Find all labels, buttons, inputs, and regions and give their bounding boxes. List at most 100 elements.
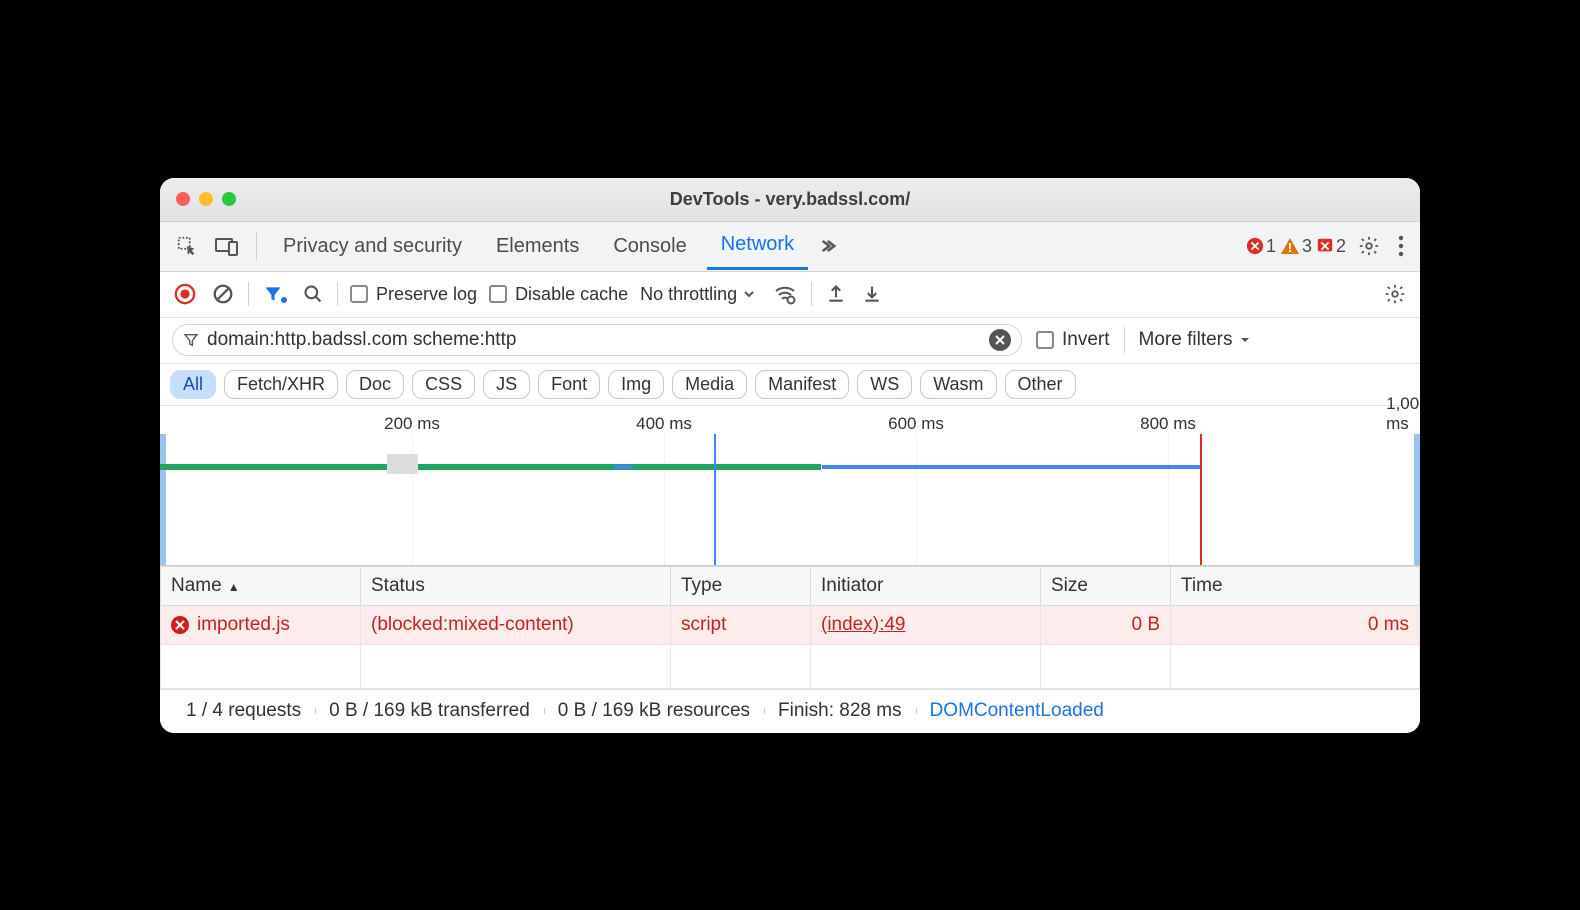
preserve-log-checkbox[interactable]: Preserve log — [350, 284, 477, 305]
status-transferred: 0 B / 169 kB transferred — [315, 700, 544, 722]
table-row[interactable]: imported.js (blocked:mixed-content) scri… — [161, 605, 1420, 644]
network-conditions-icon[interactable] — [771, 283, 799, 305]
status-requests: 1 / 4 requests — [172, 700, 315, 722]
overview-area[interactable] — [160, 434, 1420, 565]
domcontentloaded-marker — [714, 434, 716, 565]
import-har-icon[interactable] — [860, 284, 884, 304]
tick-label: 1,000 ms — [1386, 394, 1420, 434]
checkbox-icon — [489, 285, 507, 303]
tick-label: 600 ms — [888, 414, 944, 434]
throttling-dropdown[interactable]: No throttling — [640, 284, 759, 305]
tab-privacy-security[interactable]: Privacy and security — [269, 222, 476, 270]
invert-checkbox[interactable]: Invert — [1036, 329, 1110, 351]
devtools-window: DevTools - very.badssl.com/ Privacy and … — [160, 178, 1420, 733]
record-button[interactable] — [172, 283, 198, 305]
export-har-icon[interactable] — [824, 284, 848, 304]
tab-elements[interactable]: Elements — [482, 222, 593, 270]
maximize-window-button[interactable] — [222, 192, 236, 206]
settings-icon[interactable] — [1352, 235, 1386, 257]
filter-input-wrap — [172, 324, 1022, 356]
more-filters-label: More filters — [1139, 329, 1233, 351]
filter-toggle-icon[interactable] — [261, 284, 289, 304]
checkbox-icon — [350, 285, 368, 303]
window-title: DevTools - very.badssl.com/ — [160, 189, 1420, 210]
preserve-log-label: Preserve log — [376, 284, 477, 305]
throttling-value: No throttling — [640, 284, 737, 305]
network-toolbar: Preserve log Disable cache No throttling — [160, 272, 1420, 318]
chip-media[interactable]: Media — [672, 370, 747, 399]
tick-label: 800 ms — [1140, 414, 1196, 434]
tab-console[interactable]: Console — [599, 222, 700, 270]
status-dcl[interactable]: DOMContentLoaded — [916, 700, 1118, 722]
invert-label: Invert — [1062, 329, 1110, 351]
request-time: 0 ms — [1171, 605, 1420, 644]
window-controls — [160, 192, 236, 206]
chip-js[interactable]: JS — [483, 370, 530, 399]
timeline-overview[interactable]: 200 ms 400 ms 600 ms 800 ms 1,000 ms — [160, 406, 1420, 566]
column-initiator[interactable]: Initiator — [811, 566, 1041, 605]
chevron-down-icon — [1239, 334, 1251, 346]
more-tabs-icon[interactable] — [814, 229, 848, 263]
minimize-window-button[interactable] — [199, 192, 213, 206]
chip-css[interactable]: CSS — [412, 370, 475, 399]
tick-label: 200 ms — [384, 414, 440, 434]
error-icon — [171, 616, 189, 634]
table-row-empty — [161, 644, 1420, 688]
chip-doc[interactable]: Doc — [346, 370, 404, 399]
device-toolbar-icon[interactable] — [210, 229, 244, 263]
sort-asc-icon: ▲ — [228, 580, 240, 594]
column-type[interactable]: Type — [671, 566, 811, 605]
status-finish: Finish: 828 ms — [764, 700, 916, 722]
request-type: script — [671, 605, 811, 644]
filter-input[interactable] — [207, 329, 981, 351]
inspect-element-icon[interactable] — [170, 229, 204, 263]
statusbar: 1 / 4 requests 0 B / 169 kB transferred … — [160, 689, 1420, 733]
column-status[interactable]: Status — [361, 566, 671, 605]
table-header-row: Name▲ Status Type Initiator Size Time — [161, 566, 1420, 605]
chip-img[interactable]: Img — [608, 370, 664, 399]
timeline-handle-left[interactable] — [160, 434, 166, 565]
more-filters-dropdown[interactable]: More filters — [1139, 329, 1251, 351]
column-name[interactable]: Name▲ — [161, 566, 361, 605]
chip-font[interactable]: Font — [538, 370, 600, 399]
divider — [1124, 327, 1125, 353]
filter-row: Invert More filters — [160, 318, 1420, 364]
requests-table: Name▲ Status Type Initiator Size Time im… — [160, 566, 1420, 689]
load-marker — [1200, 434, 1202, 565]
chip-other[interactable]: Other — [1005, 370, 1076, 399]
error-count: 1 — [1266, 236, 1276, 257]
column-size[interactable]: Size — [1041, 566, 1171, 605]
timeline-handle-right[interactable] — [1414, 434, 1420, 565]
request-name: imported.js — [197, 614, 290, 636]
issue-counter[interactable]: 2 — [1316, 236, 1346, 257]
search-icon[interactable] — [301, 284, 325, 304]
close-window-button[interactable] — [176, 192, 190, 206]
clear-filter-button[interactable] — [989, 329, 1011, 351]
chip-fetchxhr[interactable]: Fetch/XHR — [224, 370, 338, 399]
issue-counters[interactable]: 1 3 2 — [1246, 236, 1346, 257]
chip-manifest[interactable]: Manifest — [755, 370, 849, 399]
issue-count: 2 — [1336, 236, 1346, 257]
column-time[interactable]: Time — [1171, 566, 1420, 605]
disable-cache-checkbox[interactable]: Disable cache — [489, 284, 628, 305]
clear-button[interactable] — [210, 283, 236, 305]
request-status: (blocked:mixed-content) — [361, 605, 671, 644]
divider — [248, 282, 249, 306]
divider — [811, 282, 812, 306]
error-counter[interactable]: 1 — [1246, 236, 1276, 257]
warning-counter[interactable]: 3 — [1280, 236, 1312, 257]
chip-ws[interactable]: WS — [857, 370, 912, 399]
tab-network[interactable]: Network — [707, 222, 808, 270]
disable-cache-label: Disable cache — [515, 284, 628, 305]
chip-wasm[interactable]: Wasm — [920, 370, 996, 399]
divider — [337, 282, 338, 306]
chip-all[interactable]: All — [170, 370, 216, 399]
request-size: 0 B — [1041, 605, 1171, 644]
resource-type-chips: All Fetch/XHR Doc CSS JS Font Img Media … — [160, 364, 1420, 406]
main-tabs: Privacy and security Elements Console Ne… — [160, 222, 1420, 272]
tick-label: 400 ms — [636, 414, 692, 434]
network-settings-icon[interactable] — [1382, 283, 1408, 305]
more-options-icon[interactable] — [1392, 235, 1410, 257]
initiator-link[interactable]: (index):49 — [821, 614, 906, 635]
titlebar: DevTools - very.badssl.com/ — [160, 178, 1420, 222]
